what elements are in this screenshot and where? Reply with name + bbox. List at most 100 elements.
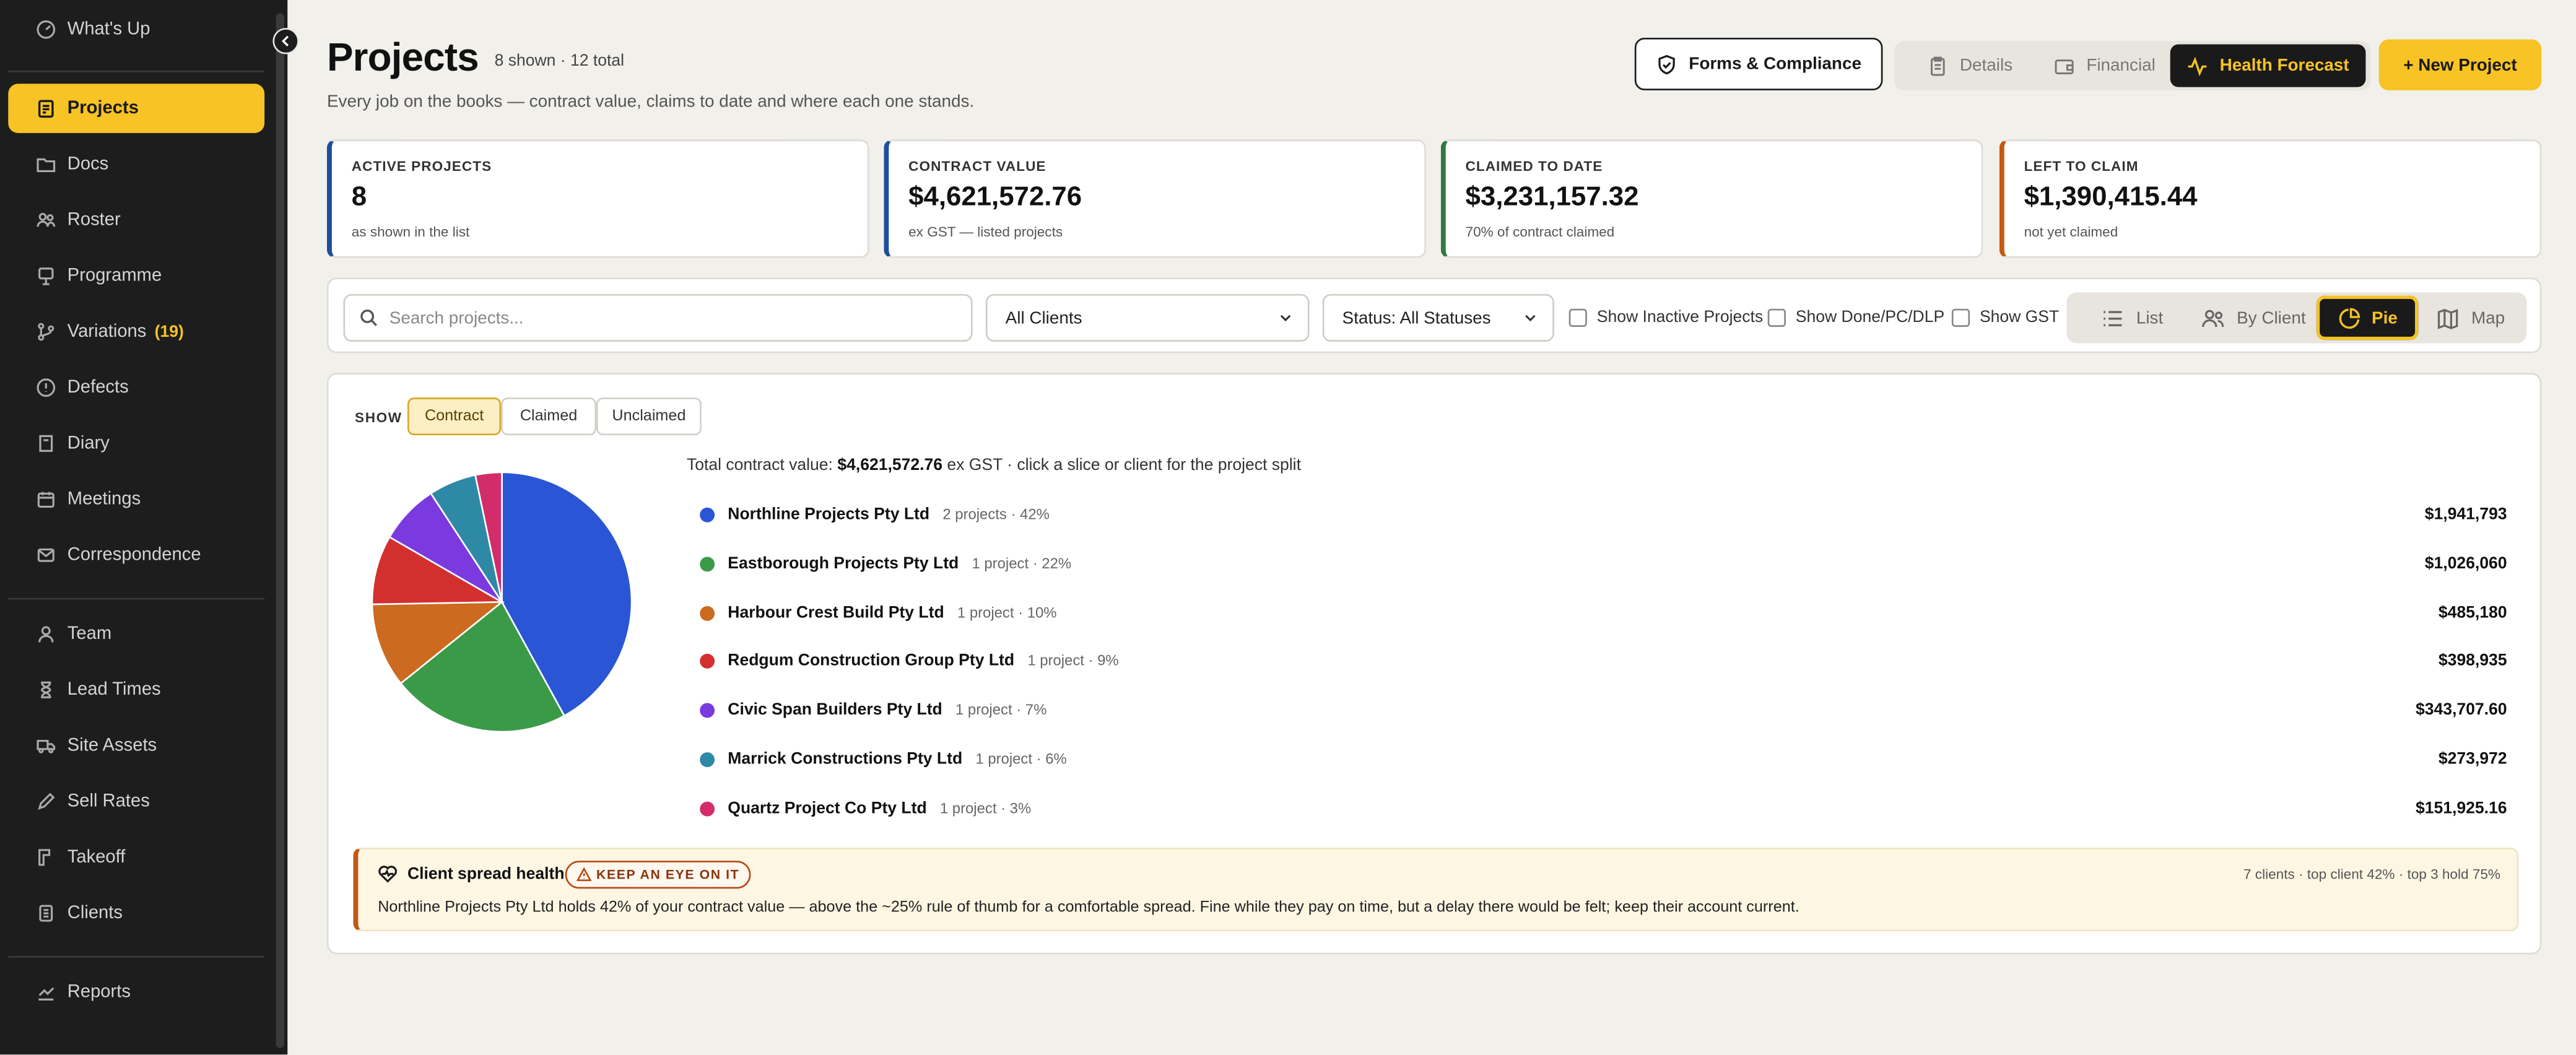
health-stats: 7 clients · top client 42% · top 3 hold …: [2243, 866, 2500, 882]
ruler-icon: [36, 848, 56, 867]
show-inactive-checkbox[interactable]: Show Inactive Projects: [1569, 308, 1764, 327]
sidebar-item-label: Defects: [67, 378, 129, 398]
client-meta: 1 project · 22%: [972, 555, 1072, 572]
collapse-sidebar-button[interactable]: [272, 28, 299, 54]
client-meta: 2 projects · 42%: [942, 506, 1050, 523]
sidebar-item-docs[interactable]: Docs: [8, 140, 264, 189]
sidebar-item-meetings[interactable]: Meetings: [8, 475, 264, 524]
sidebar-item-label: Docs: [67, 154, 109, 175]
total-value: $4,621,572.76: [837, 456, 942, 475]
client-amount: $398,935: [2438, 651, 2507, 670]
wallet-icon: [2055, 58, 2074, 74]
client-amount: $1,941,793: [2424, 505, 2507, 523]
forms-compliance-label: Forms & Compliance: [1689, 54, 1861, 74]
client-row[interactable]: Redgum Construction Group Pty Ltd 1 proje…: [700, 644, 2507, 677]
page-subtitle: Every job on the books — contract value,…: [326, 92, 975, 112]
sidebar-item-reports[interactable]: Reports: [8, 968, 264, 1017]
toggle-claimed[interactable]: Claimed: [501, 397, 597, 436]
client-row[interactable]: Eastborough Projects Pty Ltd 1 project · …: [700, 547, 2507, 580]
checkbox-label: Show Inactive Projects: [1596, 308, 1764, 327]
chart-line-icon: [36, 983, 56, 1002]
sidebar-item-variations[interactable]: Variations (19): [8, 307, 264, 357]
sidebar-scrollbar[interactable]: [276, 13, 284, 1048]
view-by-client-button[interactable]: By Client: [2191, 296, 2317, 341]
toggle-unclaimed[interactable]: Unclaimed: [596, 397, 702, 436]
search-input[interactable]: Search projects...: [343, 293, 973, 342]
sidebar-item-label: Team: [67, 624, 112, 644]
client-amount: $1,026,060: [2424, 554, 2507, 573]
checkbox-label: Show GST: [1979, 308, 2060, 327]
tab-details[interactable]: Details: [1904, 45, 2035, 87]
client-meta: 1 project · 7%: [955, 701, 1047, 718]
sidebar-divider: [8, 956, 265, 958]
stat-note: 70% of contract claimed: [1465, 223, 1615, 240]
people-icon: [2203, 309, 2225, 326]
tab-health-forecast[interactable]: Health Forecast: [2170, 44, 2366, 87]
forms-compliance-button[interactable]: Forms & Compliance: [1634, 38, 1883, 90]
health-title-text: Client spread health: [407, 864, 565, 884]
sidebar-item-lead-times[interactable]: Lead Times: [8, 665, 264, 714]
status-filter-value: Status: All Statuses: [1342, 308, 1491, 328]
client-amount: $273,972: [2438, 750, 2507, 768]
sidebar-item-clients[interactable]: Clients: [8, 888, 264, 938]
view-pie-button[interactable]: Pie: [2316, 295, 2419, 341]
checkbox-box[interactable]: [1569, 308, 1587, 327]
user-icon: [36, 624, 56, 644]
view-map-button[interactable]: Map: [2418, 296, 2523, 341]
client-filter-select[interactable]: All Clients: [985, 293, 1310, 342]
sidebar-item-roster[interactable]: Roster: [8, 196, 264, 245]
shield-check-icon: [1658, 54, 1675, 74]
client-row[interactable]: Marrick Constructions Pty Ltd 1 project ·…: [700, 742, 2507, 775]
layout-view-switcher: List By Client Pie Map: [2066, 292, 2527, 344]
show-done-checkbox[interactable]: Show Done/PC/DLP: [1767, 308, 1944, 327]
sidebar-item-diary[interactable]: Diary: [8, 419, 264, 469]
client-row[interactable]: Harbour Crest Build Pty Ltd 1 project · 1…: [700, 596, 2507, 629]
sidebar-item-sell-rates[interactable]: Sell Rates: [8, 777, 264, 827]
client-spread-health-callout: Client spread health KEEP AN EYE ON IT 7…: [353, 847, 2519, 932]
document-icon: [36, 903, 56, 923]
sidebar-item-label: Programme: [67, 266, 162, 286]
clipboard-icon: [36, 98, 56, 118]
client-meta: 1 project · 3%: [939, 800, 1032, 817]
stat-card-contract-value: CONTRACT VALUE $4,621,572.76 ex GST — li…: [884, 139, 1426, 258]
stat-card-claimed-to-date: CLAIMED TO DATE $3,231,157.32 70% of con…: [1440, 139, 1983, 258]
client-row[interactable]: Northline Projects Pty Ltd 2 projects · 4…: [700, 498, 2507, 531]
client-name: Eastborough Projects Pty Ltd: [728, 554, 959, 573]
stat-card-left-to-claim: LEFT TO CLAIM $1,390,415.44 not yet clai…: [1999, 139, 2542, 258]
sidebar-item-programme[interactable]: Programme: [8, 251, 264, 301]
pencil-icon: [36, 792, 56, 812]
sidebar-item-team[interactable]: Team: [8, 609, 264, 659]
sidebar-item-label: What's Up: [67, 19, 150, 40]
people-icon: [36, 211, 56, 230]
project-count: 8 shown · 12 total: [494, 52, 624, 71]
calendar-icon: [36, 490, 56, 510]
search-icon: [360, 309, 377, 326]
checkbox-box[interactable]: [1951, 308, 1970, 327]
show-gst-checkbox[interactable]: Show GST: [1951, 308, 2060, 327]
checkbox-box[interactable]: [1767, 308, 1786, 327]
new-project-button[interactable]: + New Project: [2378, 39, 2542, 90]
client-name: Quartz Project Co Pty Ltd: [728, 799, 927, 817]
stat-label: ACTIVE PROJECTS: [351, 157, 492, 175]
client-row[interactable]: Civic Span Builders Pty Ltd 1 project · 7…: [700, 693, 2507, 726]
sidebar-item-whats-up[interactable]: What's Up: [8, 5, 264, 54]
sidebar-item-label: Site Assets: [67, 736, 157, 756]
sidebar-item-label: Meetings: [67, 489, 141, 510]
list-icon: [2104, 310, 2123, 326]
legend-dot: [700, 751, 715, 766]
view-list-button[interactable]: List: [2073, 296, 2191, 341]
status-filter-select[interactable]: Status: All Statuses: [1322, 293, 1554, 342]
client-row[interactable]: Quartz Project Co Pty Ltd 1 project · 3% $…: [700, 792, 2507, 825]
toggle-contract[interactable]: Contract: [407, 397, 502, 436]
tab-financial[interactable]: Financial: [2039, 45, 2170, 87]
sidebar-item-takeoff[interactable]: Takeoff: [8, 833, 264, 882]
gauge-icon: [36, 20, 56, 40]
sidebar-item-site-assets[interactable]: Site Assets: [8, 721, 264, 771]
sidebar: What's Up Projects Docs Roster Programme…: [0, 0, 288, 1055]
book-icon: [36, 433, 56, 453]
sidebar-item-correspondence[interactable]: Correspondence: [8, 531, 264, 580]
client-pie-chart[interactable]: [370, 470, 634, 734]
sidebar-item-defects[interactable]: Defects: [8, 363, 264, 412]
view-mode-tabs: Details Financial Health Forecast: [1894, 41, 2371, 90]
sidebar-item-projects[interactable]: Projects: [8, 84, 265, 133]
